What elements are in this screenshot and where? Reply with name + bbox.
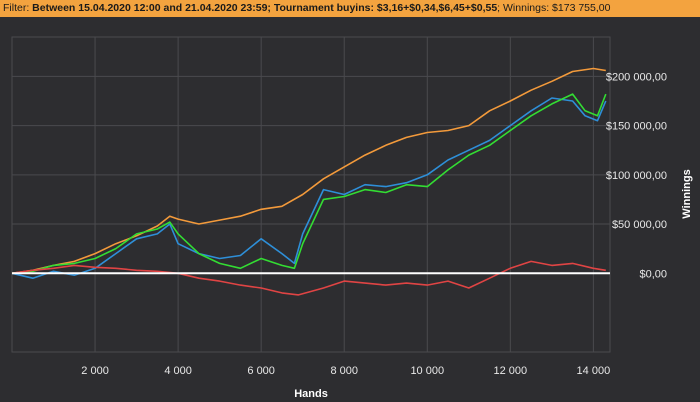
x-tick-label: 2 000 bbox=[81, 365, 109, 377]
y-axis-title: Winnings bbox=[681, 169, 693, 218]
x-tick-label: 14 000 bbox=[577, 365, 611, 377]
filter-separator: ; bbox=[497, 2, 501, 14]
x-tick-labels: 2 000 4 000 6 000 8 000 10 000 12 000 14 000 bbox=[81, 365, 610, 377]
y-tick-labels: $0,00 $50 000,00 $100 000,00 $150 000,00 $20… bbox=[606, 71, 667, 280]
plot-area bbox=[11, 36, 611, 353]
y-tick-label: $0,00 bbox=[639, 268, 667, 280]
y-tick-label: $200 000,00 bbox=[606, 71, 667, 83]
winnings-value: $173 755,00 bbox=[552, 2, 611, 14]
y-tick-label: $50 000,00 bbox=[612, 219, 667, 231]
x-tick-label: 4 000 bbox=[164, 365, 192, 377]
filter-label: Filter: bbox=[3, 2, 30, 14]
x-tick-label: 6 000 bbox=[247, 365, 275, 377]
y-tick-label: $100 000,00 bbox=[606, 170, 667, 182]
x-tick-label: 8 000 bbox=[330, 365, 358, 377]
filter-bar: Filter: Between 15.04.2020 12:00 and 21.… bbox=[0, 0, 700, 17]
x-tick-label: 10 000 bbox=[410, 365, 444, 377]
filter-text: Between 15.04.2020 12:00 and 21.04.2020 … bbox=[32, 2, 498, 14]
winnings-label: Winnings: bbox=[503, 2, 550, 14]
x-tick-label: 12 000 bbox=[494, 365, 528, 377]
winnings-chart: 2 000 4 000 6 000 8 000 10 000 12 000 14 000 $… bbox=[11, 36, 693, 400]
y-tick-label: $150 000,00 bbox=[606, 121, 667, 133]
x-axis-title: Hands bbox=[294, 388, 328, 400]
